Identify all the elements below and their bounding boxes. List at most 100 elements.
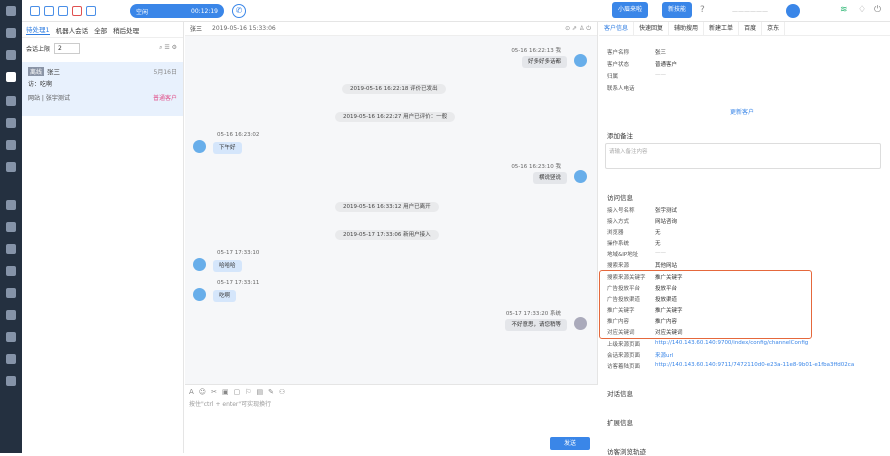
tab-pending[interactable]: 待处理1 — [26, 24, 50, 35]
incoming-button[interactable]: 小眉来啦 — [612, 2, 649, 18]
book-icon[interactable] — [6, 162, 16, 172]
conversation-panel: 待处理1 机器人会话 全部 稍后处理 会话上限 2 ⌕ ☰ ⚙ 离线 张三 5月… — [22, 22, 184, 453]
send-button[interactable]: 发送 — [550, 437, 590, 450]
shield-icon[interactable] — [6, 288, 16, 298]
visit-title: 访问信息 — [607, 194, 633, 202]
conv-date: 5月16日 — [153, 68, 177, 76]
tab-later[interactable]: 稍后处理 — [113, 25, 139, 35]
help-icon[interactable]: ? — [700, 5, 705, 15]
referrer-link[interactable]: http://140.143.60.140:9700/index/config/… — [655, 340, 808, 348]
section-browse-track[interactable]: 访客浏览轨迹 — [607, 446, 646, 456]
contacts-icon[interactable] — [6, 50, 16, 60]
editor-toolbar-icon[interactable]: A☺✂▣▢⚐▤✎⚇ — [185, 385, 598, 399]
bell-icon[interactable]: ♢ — [858, 5, 866, 15]
notes-input[interactable]: 请输入备注内容 — [605, 143, 881, 169]
customer-avatar — [193, 258, 206, 271]
filter-label: 会话上限 — [26, 45, 51, 53]
section-extension-info[interactable]: 扩展信息 — [607, 417, 633, 427]
app-rail — [0, 0, 22, 453]
tab-customer-info[interactable]: 客户信息 — [599, 21, 635, 36]
clock-icon[interactable] — [6, 354, 16, 364]
customer-tag: 普通客户 — [152, 95, 177, 102]
monitor-icon[interactable] — [6, 222, 16, 232]
ad-row: 搜索来源关键字 推广关键字 — [607, 275, 683, 281]
section-chat-info[interactable]: 对话信息 — [607, 388, 633, 398]
chart-icon[interactable] — [6, 200, 16, 210]
tab-assist[interactable]: 辅助搜用 — [669, 21, 705, 36]
location-icon[interactable] — [6, 310, 16, 320]
msg-bubble: 横说竖说 — [532, 172, 567, 184]
notes-title: 添加备注 — [607, 132, 633, 140]
link-row: 会话来源页面 来源url — [607, 351, 674, 359]
msg-bubble: 下午好 — [213, 142, 242, 154]
chat-actions-icon[interactable]: ⊙ ⇗ ♙ ⏻ — [565, 25, 591, 33]
message-input[interactable]: 按住"ctrl + enter"可实现换行 — [185, 399, 598, 408]
new-skill-button[interactable]: 新技能 — [662, 2, 693, 18]
wifi-icon: ≋ — [840, 5, 848, 15]
visit-row: 地域&IP地址 —— — [607, 250, 666, 258]
ad-row: 推广内容 推广内容 — [607, 319, 678, 325]
person-icon[interactable] — [86, 6, 96, 16]
list-item[interactable]: 离线 张三 5月16日 访：吃啊 网站 | 张宇测试 普通客户 — [22, 62, 183, 116]
customer-avatar — [193, 140, 206, 153]
block-icon[interactable] — [72, 6, 82, 16]
top-bar: 空闲 00:12:19 ✆ 小眉来啦 新技能 ? —————— ≋ ♢ ⏻ — [22, 0, 890, 22]
search-icon[interactable]: ⌕ ☰ ⚙ — [159, 44, 177, 52]
chat-bubble-icon[interactable] — [58, 6, 68, 16]
status-label: 空闲 — [136, 8, 149, 16]
phone-icon[interactable] — [6, 28, 16, 38]
send-icon[interactable] — [44, 6, 54, 16]
expand-icon[interactable] — [30, 6, 40, 16]
system-message: 2019-05-17 17:33:06 新用户接入 — [335, 230, 439, 240]
msg-time: 05-16 16:23:10 我 — [511, 164, 561, 170]
info-row: 归属 —— — [607, 72, 666, 80]
chat-icon[interactable] — [6, 72, 16, 82]
system-message: 2019-05-16 16:22:18 评价已发出 — [342, 84, 446, 94]
clipboard-icon[interactable] — [6, 140, 16, 150]
link-row: 访客着陆页面 http://140.143.60.140:9711/7472110… — [607, 362, 855, 370]
stats-icon[interactable] — [6, 244, 16, 254]
settings-icon[interactable] — [6, 376, 16, 386]
tab-robot[interactable]: 机器人会话 — [56, 25, 89, 35]
call-button[interactable]: ✆ — [232, 4, 246, 18]
mail-icon[interactable] — [6, 96, 16, 106]
status-selector[interactable]: 空闲 00:12:19 — [130, 4, 224, 18]
msg-bubble: 吃啊 — [213, 290, 237, 302]
tab-all[interactable]: 全部 — [94, 25, 107, 35]
source-link[interactable]: 来源url — [655, 351, 673, 359]
customer-panel: 客户信息 快速回复 辅助搜用 新建工单 百度 京东 客户名称 张三 客户状态 普通客… — [599, 21, 890, 456]
info-row: 客户状态 普通客户 — [607, 62, 678, 68]
status-timer: 00:12:19 — [191, 7, 218, 15]
info-row: 客户名称 张三 — [607, 50, 667, 56]
tab-baidu[interactable]: 百度 — [739, 21, 763, 36]
msg-bubble: 好多好多话都 — [521, 56, 567, 68]
tab-jd[interactable]: 京东 — [762, 21, 786, 36]
filter-select[interactable]: 2 — [54, 42, 81, 54]
ad-row: 广告投放渠道 投放渠道 — [607, 297, 678, 303]
visit-row: 接入号名称 张宇测试 — [607, 208, 678, 214]
system-avatar — [574, 317, 587, 330]
power-icon[interactable]: ⏻ — [874, 5, 881, 15]
visit-row: 操作系统无 — [607, 241, 661, 247]
msg-time: 05-16 16:23:02 — [217, 132, 260, 138]
agent-avatar — [574, 54, 587, 67]
msg-bubble: 不好意思，请您稍等 — [505, 319, 567, 331]
visit-row: 搜索来源 其他网站 — [607, 263, 678, 269]
tab-quick-reply[interactable]: 快速回复 — [634, 21, 670, 36]
tab-new-ticket[interactable]: 新建工单 — [704, 21, 740, 36]
update-customer-link[interactable]: 更新客户 — [730, 107, 754, 116]
message-icon[interactable] — [6, 266, 16, 276]
avatar[interactable] — [786, 4, 800, 18]
info-row: 联系人电话 — [607, 86, 635, 92]
help-icon[interactable] — [6, 332, 16, 342]
system-message: 2019-05-16 16:22:27 用户已评价：一般 — [335, 112, 456, 122]
conv-source: 网站 | 张宇测试 — [28, 95, 70, 102]
last-message: 访：吃啊 — [28, 81, 53, 88]
ad-row: 对应关键词 对应关键词 — [607, 330, 683, 336]
user-icon[interactable] — [6, 118, 16, 128]
landing-link[interactable]: http://140.143.60.140:9711/7472110d0-e23… — [655, 362, 854, 370]
msg-bubble: 哈哈哈 — [213, 260, 242, 272]
ad-row: 广告投放平台 投放平台 — [607, 286, 678, 292]
msg-time: 05-17 17:33:20 系统 — [505, 311, 561, 317]
logo-icon — [6, 6, 16, 16]
